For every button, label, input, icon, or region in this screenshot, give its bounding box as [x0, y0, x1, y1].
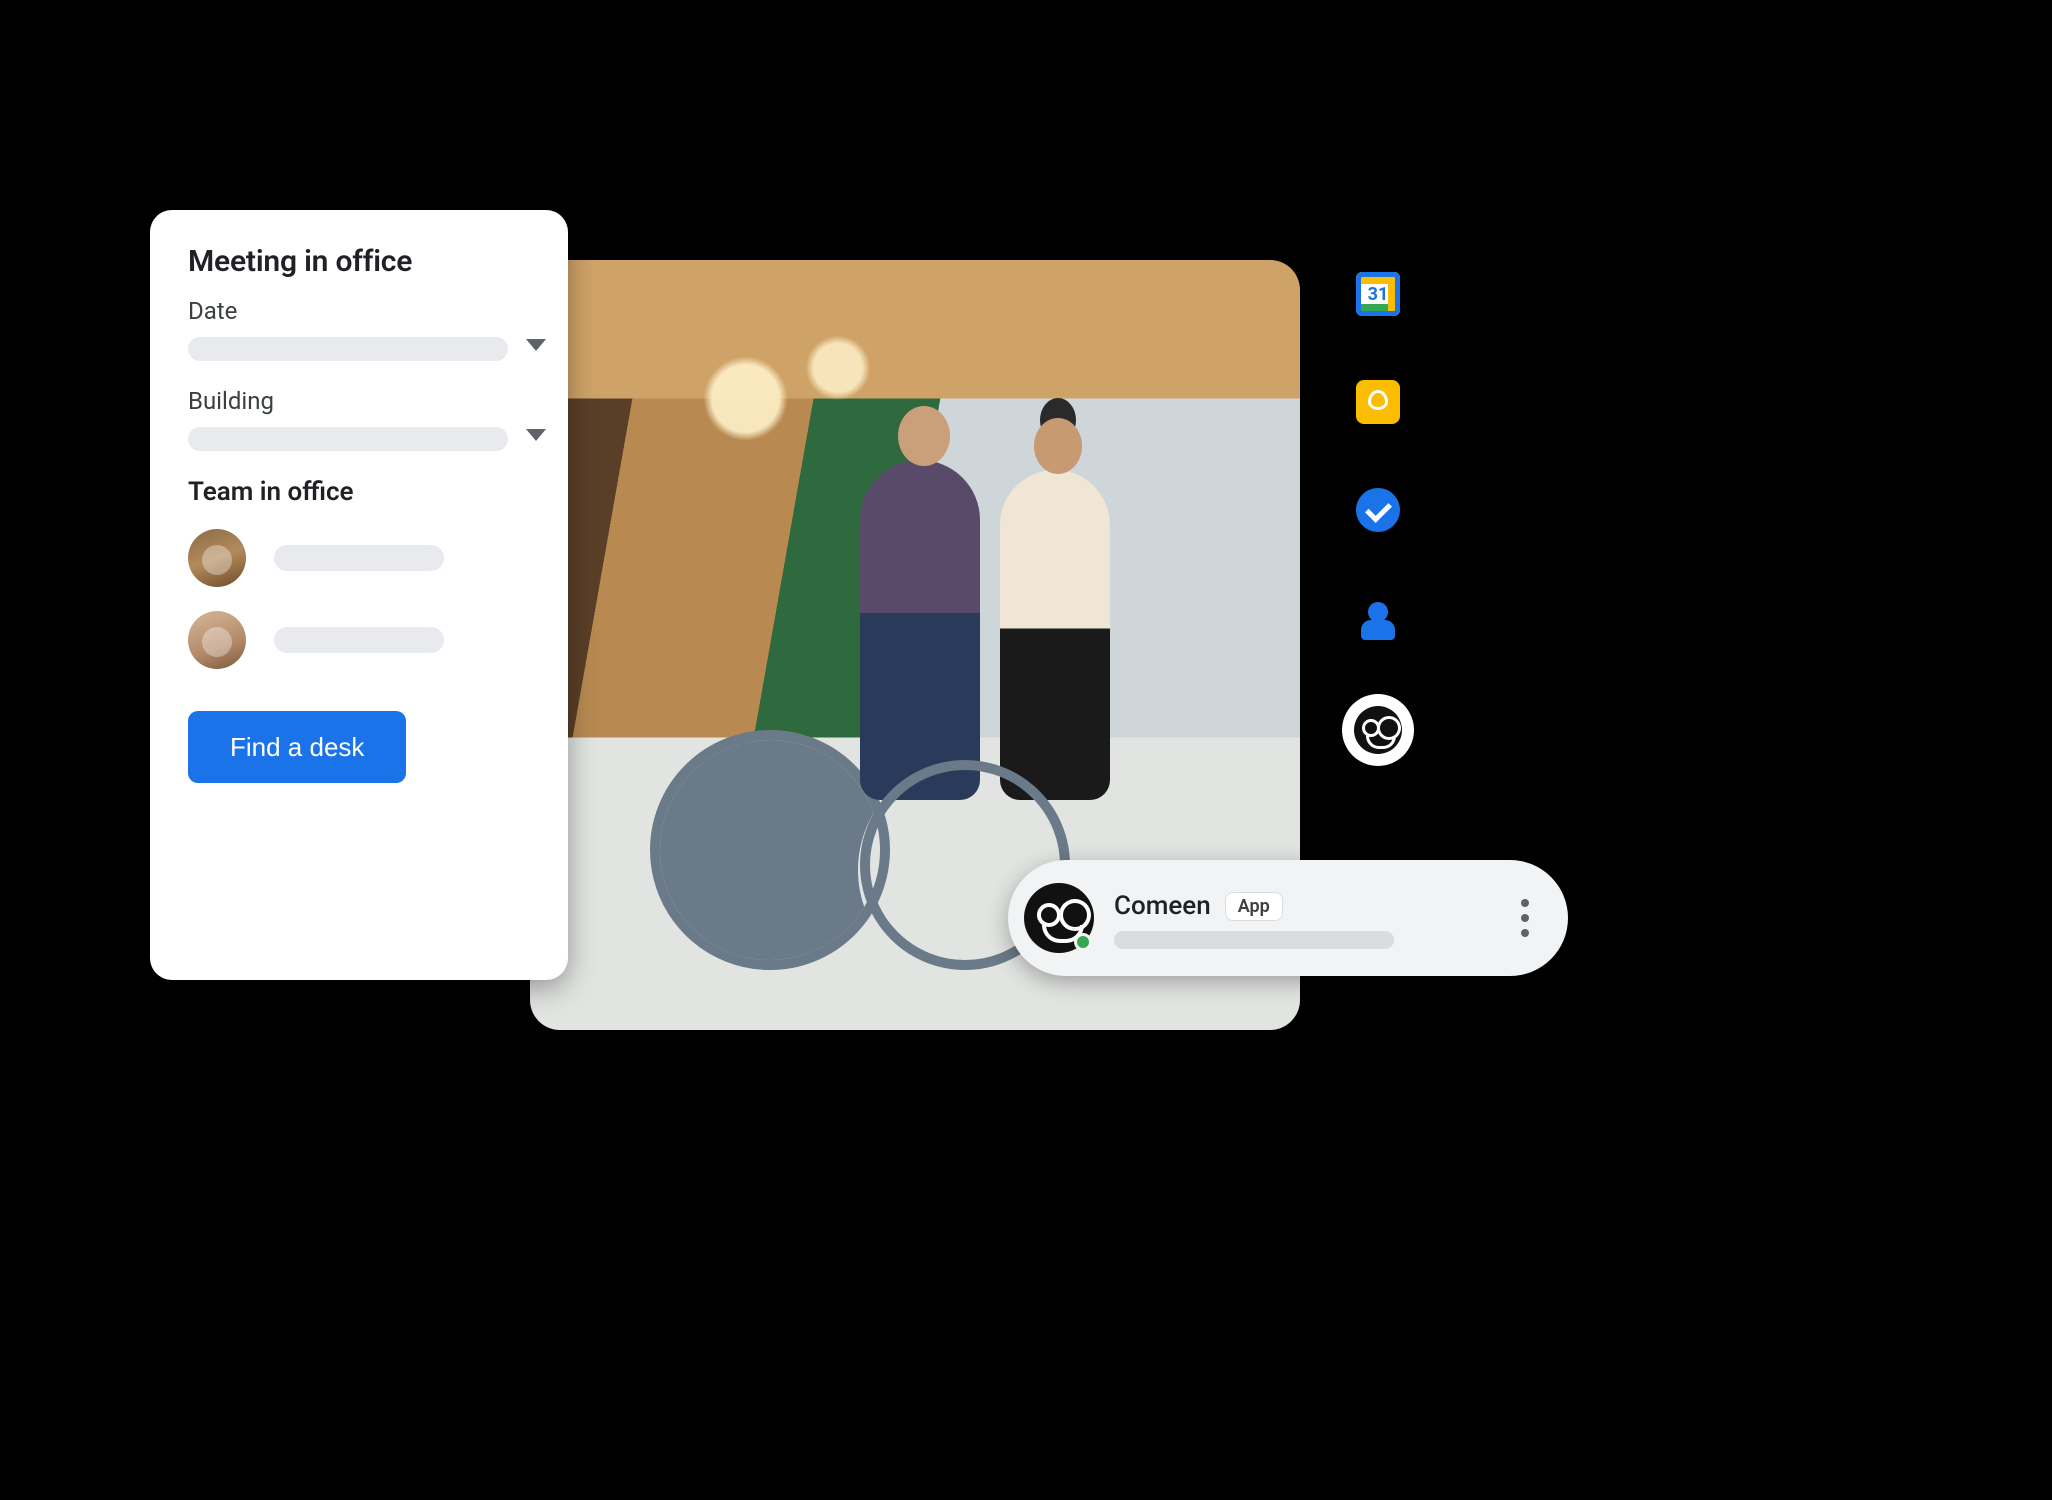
keep-icon[interactable] [1356, 380, 1400, 424]
person-with-bicycle-illustration [860, 460, 980, 800]
more-options-button[interactable] [1510, 899, 1540, 937]
chat-message-placeholder [1114, 931, 1394, 949]
avatar [188, 611, 246, 669]
comeen-avatar-icon [1024, 883, 1094, 953]
contacts-icon[interactable] [1358, 596, 1398, 640]
chat-app-name: Comeen [1114, 891, 1211, 921]
team-member-row [188, 611, 530, 669]
chevron-down-icon [526, 339, 546, 351]
side-app-rail: 31 [1342, 272, 1414, 766]
date-select[interactable] [188, 337, 508, 361]
chat-body: Comeen App [1114, 887, 1490, 949]
tasks-icon[interactable] [1356, 488, 1400, 532]
date-label: Date [188, 297, 530, 325]
comeen-chat-bubble[interactable]: Comeen App [1008, 860, 1568, 976]
card-title: Meeting in office [188, 244, 530, 279]
find-a-desk-button[interactable]: Find a desk [188, 711, 406, 783]
comeen-app-icon[interactable] [1342, 694, 1414, 766]
comeen-logo-icon [1354, 706, 1402, 754]
building-select[interactable] [188, 427, 508, 451]
app-badge: App [1225, 892, 1283, 921]
building-label: Building [188, 387, 530, 415]
team-member-row [188, 529, 530, 587]
calendar-icon[interactable]: 31 [1356, 272, 1400, 316]
team-section-title: Team in office [188, 477, 530, 507]
presence-online-icon [1074, 933, 1092, 951]
team-member-name-placeholder [274, 545, 444, 571]
person-standing-illustration [1000, 470, 1110, 800]
chevron-down-icon [526, 429, 546, 441]
team-member-name-placeholder [274, 627, 444, 653]
avatar [188, 529, 246, 587]
meeting-in-office-card: Meeting in office Date Building Team in … [150, 210, 568, 980]
